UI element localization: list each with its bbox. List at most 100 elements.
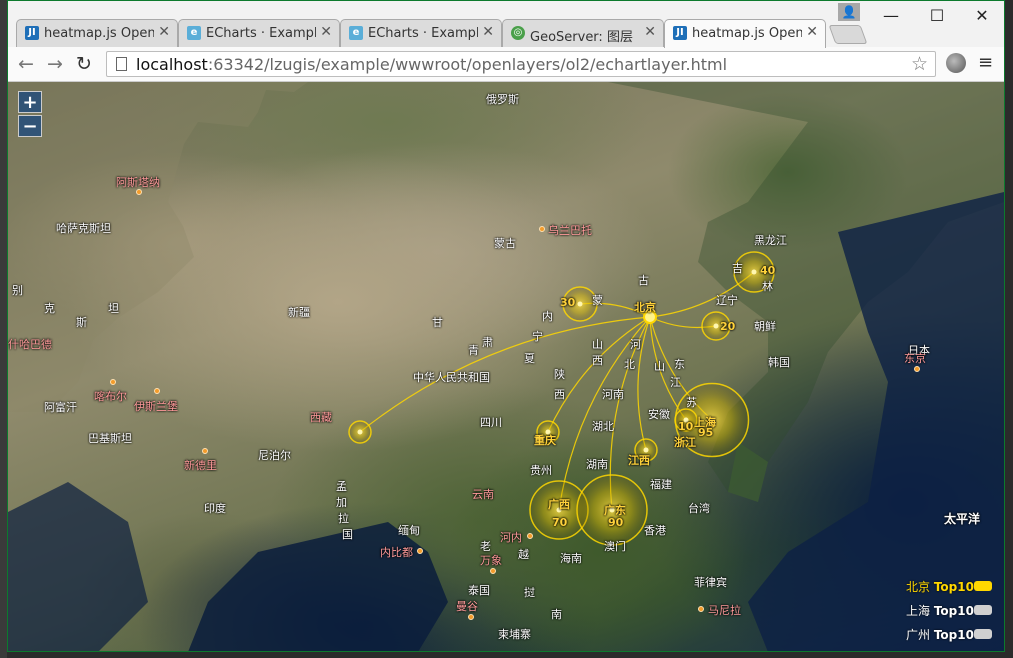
tab-label: GeoServer: 图层 — [530, 30, 633, 45]
tab-heatmap-active[interactable]: JI heatmap.js OpenLa ✕ — [664, 19, 826, 48]
province-label: 夏 — [524, 352, 535, 365]
legend-label: 广州 Top10 — [906, 628, 974, 642]
user-icon[interactable]: 👤 — [838, 3, 860, 21]
tab-geoserver[interactable]: ◎ GeoServer: 图层 ✕ — [502, 19, 664, 47]
close-window-button[interactable]: ✕ — [960, 1, 1004, 31]
city-marker — [417, 548, 423, 554]
close-icon[interactable]: ✕ — [482, 24, 494, 40]
maximize-button[interactable]: ☐ — [915, 1, 959, 31]
legend-swatch — [974, 581, 992, 591]
country-label: 朝鲜 — [754, 320, 776, 333]
city-label: 喀布尔 — [94, 390, 127, 403]
province-label: 北 — [624, 358, 635, 371]
menu-icon[interactable]: ≡ — [978, 52, 993, 73]
city-label: 内比都 — [380, 546, 413, 559]
province-label: 西 — [592, 354, 603, 367]
new-tab-button[interactable] — [828, 25, 868, 44]
close-icon[interactable]: ✕ — [158, 24, 170, 40]
province-label: 青 — [468, 344, 479, 357]
province-label: 宁 — [532, 330, 543, 343]
zoom-out-button[interactable]: − — [18, 115, 42, 137]
tab-label: ECharts · Example — [368, 26, 478, 41]
browser-toolbar: ← → ↻ localhost:63342/lzugis/example/www… — [8, 47, 1004, 82]
extension-icon[interactable] — [946, 53, 966, 73]
ocean-label: 太平洋 — [944, 512, 981, 526]
close-icon[interactable]: ✕ — [320, 24, 332, 40]
bookmark-star-icon[interactable]: ☆ — [911, 53, 928, 75]
country-label: 孟 — [336, 480, 347, 493]
city-label: 河内 — [500, 531, 522, 544]
close-icon[interactable]: ✕ — [644, 24, 656, 40]
country-label: 印度 — [204, 502, 226, 515]
province-label: 东 — [674, 358, 685, 371]
zoom-in-button[interactable]: + — [18, 91, 42, 113]
city-marker — [490, 568, 496, 574]
city-label: 马尼拉 — [708, 604, 741, 617]
webstorm-icon: JI — [25, 26, 39, 40]
country-label: 斯 — [76, 316, 87, 329]
legend-item-beijing[interactable]: 北京 Top10 — [906, 576, 998, 600]
province-label: 蒙 — [592, 294, 603, 307]
flow-value: 30 — [560, 296, 576, 309]
country-label: 缅甸 — [398, 524, 420, 537]
country-label: 柬埔寨 — [498, 628, 531, 641]
country-label: 泰国 — [468, 584, 490, 597]
country-label: 国 — [342, 528, 353, 541]
tab-echarts-2[interactable]: e ECharts · Example ✕ — [340, 19, 502, 47]
legend-label: 上海 Top10 — [906, 604, 974, 618]
province-label: 贵州 — [530, 464, 552, 477]
country-label: 蒙古 — [494, 237, 516, 250]
city-label: 什哈巴德 — [8, 338, 52, 351]
back-arrow-icon[interactable]: ← — [14, 52, 38, 76]
province-label: 山 — [654, 360, 665, 373]
tab-label: heatmap.js OpenLa — [692, 26, 802, 41]
province-label: 澳门 — [604, 540, 626, 553]
province-label: 古 — [638, 274, 649, 287]
country-label: 中华人民共和国 — [413, 371, 490, 384]
province-label: 黑龙江 — [754, 234, 787, 247]
ocean-shape — [8, 482, 148, 651]
country-label: 俄罗斯 — [486, 93, 519, 106]
legend-item-guangzhou[interactable]: 广州 Top10 — [906, 624, 998, 648]
province-label: 四川 — [480, 416, 502, 429]
city-marker — [154, 388, 160, 394]
city-marker — [527, 533, 533, 539]
province-label: 甘 — [432, 316, 443, 329]
geoserver-icon: ◎ — [511, 26, 525, 40]
city-marker — [110, 379, 116, 385]
minimize-button[interactable]: — — [869, 1, 913, 31]
country-label: 菲律宾 — [694, 576, 727, 589]
echarts-icon: e — [187, 26, 201, 40]
city-label: 伊斯兰堡 — [134, 400, 178, 413]
tab-label: ECharts · Example — [206, 26, 316, 41]
country-label: 阿富汗 — [44, 401, 77, 414]
city-marker — [539, 226, 545, 232]
close-icon[interactable]: ✕ — [806, 24, 818, 40]
url-text[interactable]: localhost:63342/lzugis/example/wwwroot/o… — [136, 55, 727, 74]
city-label: 新德里 — [184, 459, 217, 472]
flow-arrow-head — [577, 301, 583, 307]
tab-heatmap-1[interactable]: JI heatmap.js OpenLa ✕ — [16, 19, 178, 47]
reload-icon[interactable]: ↻ — [72, 52, 96, 76]
target-label: 浙江 — [674, 436, 696, 449]
tab-label: heatmap.js OpenLa — [44, 26, 154, 41]
flow-value: 70 — [552, 516, 568, 529]
flow-line — [359, 316, 651, 433]
country-label: 挝 — [524, 586, 535, 599]
province-label: 西藏 — [310, 411, 332, 424]
address-bar[interactable]: localhost:63342/lzugis/example/wwwroot/o… — [106, 51, 936, 77]
province-label: 香港 — [644, 524, 666, 537]
forward-arrow-icon[interactable]: → — [43, 52, 67, 76]
province-label: 福建 — [650, 478, 672, 491]
tab-echarts-1[interactable]: e ECharts · Example ✕ — [178, 19, 340, 47]
province-label: 新疆 — [288, 306, 310, 319]
flow-arrow-head — [751, 269, 757, 275]
legend-item-shanghai[interactable]: 上海 Top10 — [906, 600, 998, 624]
webstorm-icon: JI — [673, 26, 687, 40]
province-label: 吉 — [732, 262, 743, 275]
country-label: 越 — [518, 548, 529, 561]
terrain-shape — [8, 82, 308, 412]
country-label: 别 — [12, 284, 23, 297]
province-label: 山 — [592, 338, 603, 351]
map-canvas[interactable]: + − 俄罗斯 蒙古 哈萨克斯坦 中华人民共和国 阿富汗 巴基斯坦 尼泊尔 印度… — [8, 82, 1004, 651]
